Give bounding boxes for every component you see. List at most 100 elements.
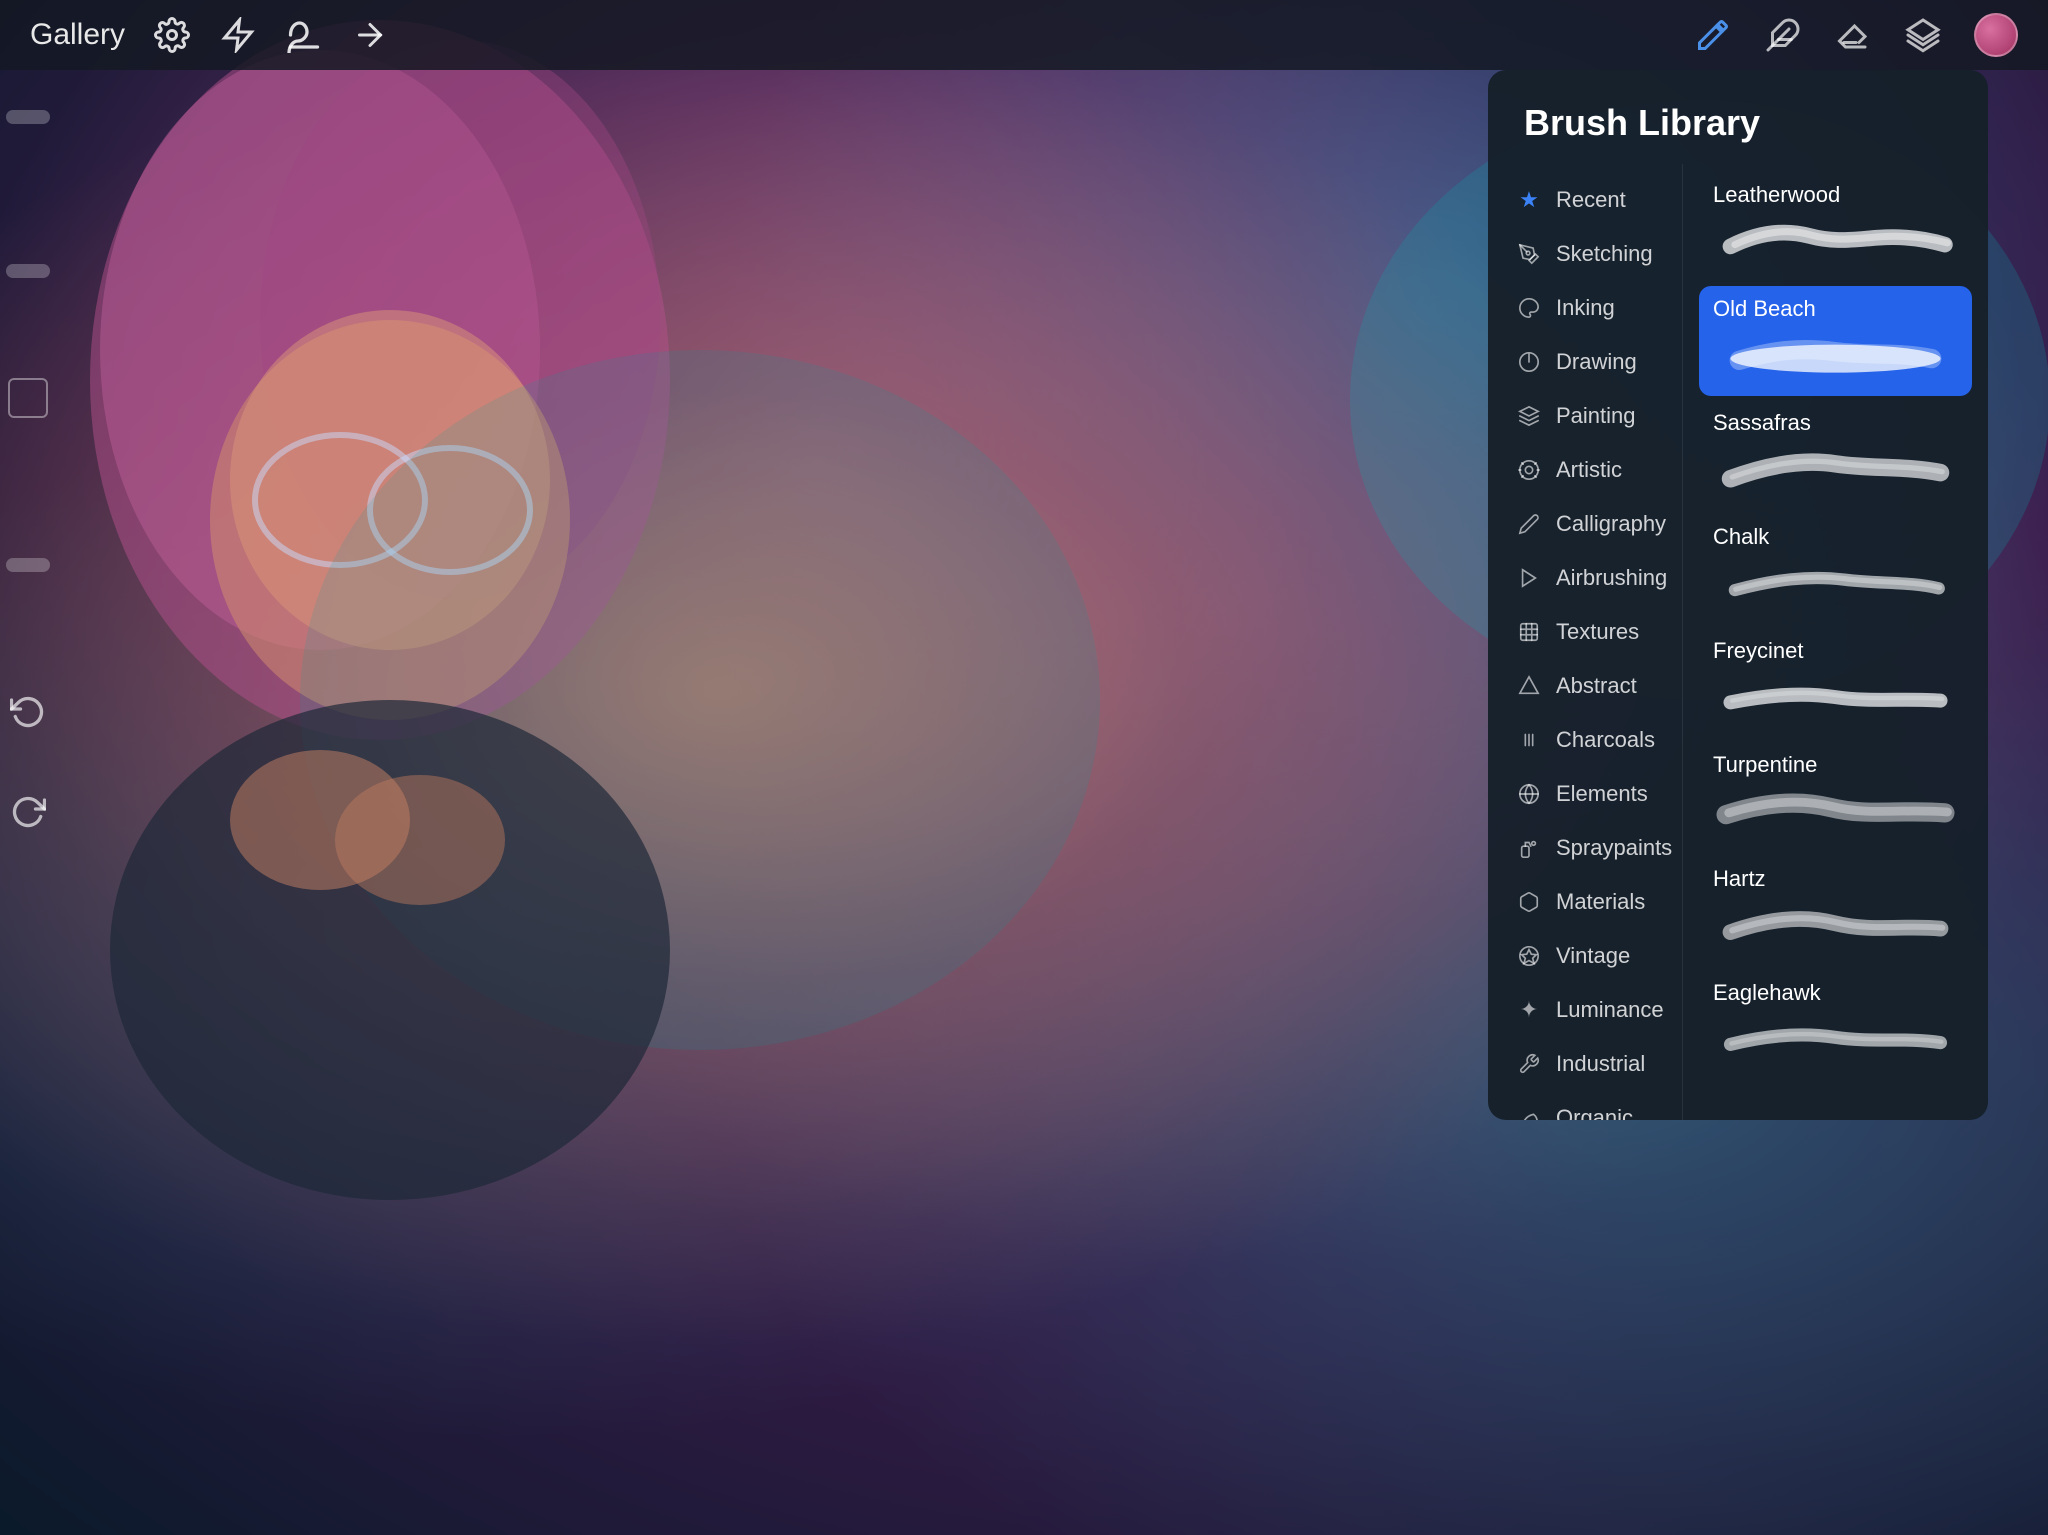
- brush-library-panel: Brush Library ★ Recent Sketching Inking: [1488, 70, 1988, 1120]
- category-artistic-label: Artistic: [1556, 457, 1622, 483]
- selection-button[interactable]: [285, 16, 323, 54]
- brush-freycinet-stroke: [1699, 668, 1972, 738]
- industrial-icon: [1516, 1051, 1542, 1077]
- sketching-icon: [1516, 241, 1542, 267]
- brush-sassafras[interactable]: Sassafras: [1699, 400, 1972, 510]
- category-organic[interactable]: Organic: [1496, 1092, 1674, 1120]
- gallery-button[interactable]: Gallery: [30, 18, 125, 52]
- brush-eaglehawk-stroke: [1699, 1010, 1972, 1080]
- smudge-tool-button[interactable]: [1764, 16, 1802, 54]
- category-drawing-label: Drawing: [1556, 349, 1637, 375]
- pressure-slider-container: [6, 558, 50, 572]
- opacity-slider[interactable]: [6, 264, 50, 278]
- brush-sassafras-name: Sassafras: [1699, 400, 1972, 440]
- category-vintage[interactable]: Vintage: [1496, 930, 1674, 982]
- category-painting-label: Painting: [1556, 403, 1636, 429]
- category-sketching[interactable]: Sketching: [1496, 228, 1674, 280]
- category-charcoals[interactable]: Charcoals: [1496, 714, 1674, 766]
- topbar-left: Gallery: [30, 16, 1694, 54]
- brush-eaglehawk-name: Eaglehawk: [1699, 970, 1972, 1010]
- adjustments-button[interactable]: [219, 16, 257, 54]
- recent-icon: ★: [1516, 187, 1542, 213]
- brush-list: Leatherwood Old Beach: [1683, 164, 1988, 1120]
- category-textures[interactable]: Textures: [1496, 606, 1674, 658]
- brush-old-beach[interactable]: Old Beach: [1699, 286, 1972, 396]
- category-spraypaints[interactable]: Spraypaints: [1496, 822, 1674, 874]
- category-materials[interactable]: Materials: [1496, 876, 1674, 928]
- category-airbrushing-label: Airbrushing: [1556, 565, 1667, 591]
- category-industrial[interactable]: Industrial: [1496, 1038, 1674, 1090]
- category-charcoals-label: Charcoals: [1556, 727, 1655, 753]
- category-sketching-label: Sketching: [1556, 241, 1653, 267]
- inking-icon: [1516, 295, 1542, 321]
- brush-chalk-stroke: [1699, 554, 1972, 624]
- category-inking[interactable]: Inking: [1496, 282, 1674, 334]
- materials-icon: [1516, 889, 1542, 915]
- elements-icon: [1516, 781, 1542, 807]
- brush-turpentine[interactable]: Turpentine: [1699, 742, 1972, 852]
- brush-leatherwood-stroke: [1699, 212, 1972, 282]
- brush-library-title: Brush Library: [1488, 70, 1988, 164]
- textures-icon: [1516, 619, 1542, 645]
- category-elements-label: Elements: [1556, 781, 1648, 807]
- category-artistic[interactable]: Artistic: [1496, 444, 1674, 496]
- category-spraypaints-label: Spraypaints: [1556, 835, 1672, 861]
- canvas-square-button[interactable]: [8, 378, 48, 418]
- brush-old-beach-name: Old Beach: [1699, 286, 1972, 326]
- calligraphy-icon: [1516, 511, 1542, 537]
- undo-button[interactable]: [8, 692, 48, 732]
- category-textures-label: Textures: [1556, 619, 1639, 645]
- category-vintage-label: Vintage: [1556, 943, 1630, 969]
- artistic-icon: [1516, 457, 1542, 483]
- category-recent[interactable]: ★ Recent: [1496, 174, 1674, 226]
- brush-size-slider-container: [6, 110, 50, 124]
- category-abstract[interactable]: Abstract: [1496, 660, 1674, 712]
- category-drawing[interactable]: Drawing: [1496, 336, 1674, 388]
- vintage-icon: [1516, 943, 1542, 969]
- brush-size-slider[interactable]: [6, 110, 50, 124]
- layers-button[interactable]: [1904, 16, 1942, 54]
- brush-turpentine-stroke: [1699, 782, 1972, 852]
- brush-old-beach-stroke: [1699, 326, 1972, 396]
- topbar-right: [1694, 13, 2018, 57]
- settings-button[interactable]: [153, 16, 191, 54]
- brush-eaglehawk[interactable]: Eaglehawk: [1699, 970, 1972, 1080]
- redo-button[interactable]: [8, 792, 48, 832]
- topbar: Gallery: [0, 0, 2048, 70]
- category-materials-label: Materials: [1556, 889, 1645, 915]
- luminance-icon: ✦: [1516, 997, 1542, 1023]
- category-organic-label: Organic: [1556, 1105, 1633, 1120]
- charcoals-icon: [1516, 727, 1542, 753]
- painting-icon: [1516, 403, 1542, 429]
- brush-library-body: ★ Recent Sketching Inking Drawing: [1488, 164, 1988, 1120]
- eraser-tool-button[interactable]: [1834, 16, 1872, 54]
- brush-leatherwood-name: Leatherwood: [1699, 172, 1972, 212]
- brush-leatherwood[interactable]: Leatherwood: [1699, 172, 1972, 282]
- brush-turpentine-name: Turpentine: [1699, 742, 1972, 782]
- category-luminance[interactable]: ✦ Luminance: [1496, 984, 1674, 1036]
- category-inking-label: Inking: [1556, 295, 1615, 321]
- brush-freycinet[interactable]: Freycinet: [1699, 628, 1972, 738]
- category-calligraphy[interactable]: Calligraphy: [1496, 498, 1674, 550]
- left-sidebar: [0, 70, 55, 1535]
- category-luminance-label: Luminance: [1556, 997, 1664, 1023]
- organic-icon: [1516, 1105, 1542, 1120]
- category-elements[interactable]: Elements: [1496, 768, 1674, 820]
- category-industrial-label: Industrial: [1556, 1051, 1645, 1077]
- brush-hartz-stroke: [1699, 896, 1972, 966]
- category-airbrushing[interactable]: Airbrushing: [1496, 552, 1674, 604]
- category-list: ★ Recent Sketching Inking Drawing: [1488, 164, 1683, 1120]
- brush-hartz[interactable]: Hartz: [1699, 856, 1972, 966]
- category-painting[interactable]: Painting: [1496, 390, 1674, 442]
- pressure-slider[interactable]: [6, 558, 50, 572]
- color-button[interactable]: [1974, 13, 2018, 57]
- transform-button[interactable]: [351, 16, 389, 54]
- brush-chalk[interactable]: Chalk: [1699, 514, 1972, 624]
- brush-tool-button[interactable]: [1694, 16, 1732, 54]
- category-abstract-label: Abstract: [1556, 673, 1637, 699]
- brush-hartz-name: Hartz: [1699, 856, 1972, 896]
- brush-sassafras-stroke: [1699, 440, 1972, 510]
- spraypaints-icon: [1516, 835, 1542, 861]
- abstract-icon: [1516, 673, 1542, 699]
- category-recent-label: Recent: [1556, 187, 1626, 213]
